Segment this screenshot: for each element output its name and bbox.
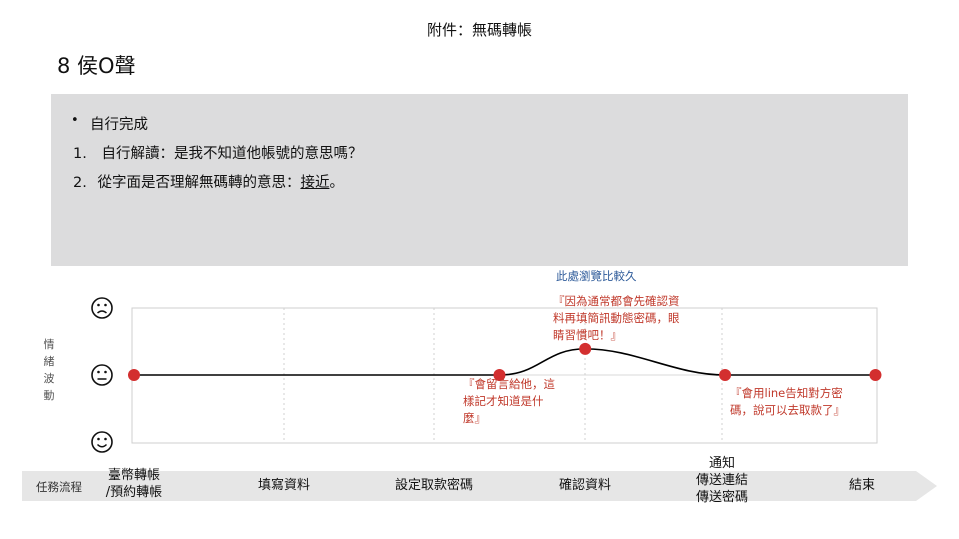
annotation-line: 『會留言給他，這 bbox=[463, 377, 555, 391]
data-point bbox=[869, 369, 882, 381]
frown-face-icon-eye bbox=[97, 303, 100, 307]
annotation-notify: 『會用line告知對方密 碼，說可以去取款了』 bbox=[730, 385, 845, 419]
annotation-line: 『會用line告知對方密 bbox=[730, 386, 843, 400]
annotation-line: 麼』 bbox=[463, 411, 486, 425]
annotation-confirm: 『因為通常都會先確認資 料再填簡訊動態密碼，眼 睛習慣吧！』 bbox=[553, 293, 680, 344]
frown-face-icon-eye bbox=[104, 303, 107, 307]
stage-notify: 通知 傳送連結 傳送密碼 bbox=[696, 455, 748, 506]
axis-label-char: 波 bbox=[43, 372, 55, 385]
stage-line: 傳送連結 bbox=[695, 473, 749, 488]
stage-line: 設定取款密碼 bbox=[394, 478, 474, 493]
browse-note: 此處瀏覽比較久 bbox=[556, 269, 637, 283]
annotation-line: 睛習慣吧！』 bbox=[553, 328, 622, 342]
annotation-line: 料再填簡訊動態密碼，眼 bbox=[553, 311, 680, 325]
stage-line: 傳送密碼 bbox=[695, 490, 749, 505]
stage-transfer: 臺幣轉帳 /預約轉帳 bbox=[106, 467, 162, 501]
annotation-password: 『會留言給他，這 樣記才知道是什 麼』 bbox=[463, 376, 555, 427]
neutral-face-icon-outline bbox=[91, 364, 113, 386]
stage-confirm: 確認資料 bbox=[559, 477, 611, 494]
emotion-journey-chart bbox=[22, 297, 937, 501]
neutral-face-icon-eye bbox=[104, 370, 107, 374]
smile-face-icon-eye bbox=[97, 437, 100, 441]
annotation-line: 碼，說可以去取款了』 bbox=[730, 403, 845, 417]
emotion-axis-label: 情 緒 波 動 bbox=[40, 336, 58, 404]
neutral-face-icon-eye bbox=[97, 370, 100, 374]
smile-face-icon-outline bbox=[91, 431, 113, 453]
smile-face-icon-eye bbox=[104, 437, 107, 441]
stage-line: 臺幣轉帳 bbox=[107, 468, 161, 483]
data-point bbox=[128, 369, 140, 381]
stage-line: /預約轉帳 bbox=[105, 485, 163, 500]
frown-face-icon-outline bbox=[91, 297, 113, 319]
stage-line: 確認資料 bbox=[558, 478, 612, 493]
axis-label-char: 緒 bbox=[43, 355, 55, 368]
stage-fill-data: 填寫資料 bbox=[258, 477, 310, 494]
smile-face-icon-mouth bbox=[96, 443, 108, 448]
annotation-line: 樣記才知道是什 bbox=[463, 394, 544, 408]
axis-label-char: 動 bbox=[43, 389, 55, 402]
stage-end: 結束 bbox=[849, 477, 875, 494]
data-point bbox=[719, 369, 732, 381]
frown-face-icon-mouth bbox=[97, 310, 107, 314]
axis-label-char: 情 bbox=[43, 338, 55, 351]
annotation-line: 『因為通常都會先確認資 bbox=[553, 294, 680, 308]
stage-line: 通知 bbox=[708, 456, 736, 471]
stage-set-password: 設定取款密碼 bbox=[395, 477, 473, 494]
stage-line: 結束 bbox=[848, 478, 876, 493]
emotion-series-line bbox=[134, 348, 876, 376]
flow-label: 任務流程 bbox=[36, 480, 82, 494]
stage-line: 填寫資料 bbox=[257, 478, 311, 493]
data-point bbox=[579, 342, 592, 355]
